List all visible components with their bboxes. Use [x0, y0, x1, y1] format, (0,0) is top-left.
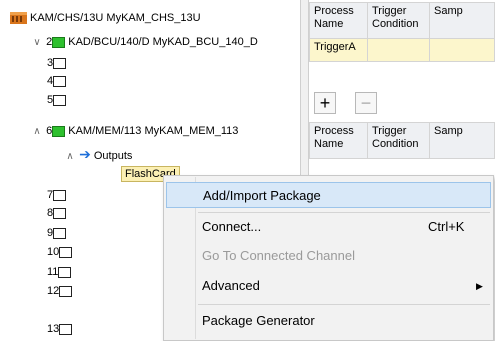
column-header-process-name[interactable]: Process Name — [309, 2, 368, 39]
empty-slot-icon — [53, 94, 67, 106]
tree-item-label: KAD/BCU/140/D MyKAD_BCU_140_D — [68, 36, 258, 48]
menu-item-label: Connect... — [202, 219, 262, 234]
empty-slot-icon — [58, 266, 72, 278]
context-menu: Add/Import Package Connect... Ctrl+K Go … — [163, 175, 494, 341]
process-table-bottom[interactable]: Process Name Trigger Condition Samp — [309, 122, 495, 159]
cell-sample[interactable] — [429, 38, 495, 62]
menu-item-label: Package Generator — [202, 313, 315, 328]
empty-slot-icon — [59, 323, 73, 335]
menu-item-shortcut: Ctrl+K — [428, 219, 465, 234]
menu-item-go-to-connected-channel[interactable]: Go To Connected Channel — [166, 243, 491, 269]
cell-trigger-condition[interactable] — [367, 38, 430, 62]
tree-item-3[interactable]: 3 — [47, 54, 67, 72]
tree-item-label: KAM/MEM/113 MyKAM_MEM_113 — [68, 125, 239, 137]
empty-slot-icon — [53, 227, 67, 239]
chevron-up-icon[interactable]: ∧ — [31, 123, 43, 141]
column-header-sample[interactable]: Samp — [429, 122, 495, 159]
menu-item-add-import-package[interactable]: Add/Import Package — [166, 182, 491, 208]
column-header-process-name[interactable]: Process Name — [309, 122, 368, 159]
submenu-arrow-icon: ▶ — [476, 281, 483, 291]
empty-slot-icon — [53, 189, 67, 201]
slot-number: 12 — [47, 285, 60, 297]
module-icon — [52, 125, 66, 137]
tree-item-10[interactable]: 10 — [47, 243, 73, 261]
menu-item-label: Go To Connected Channel — [202, 248, 355, 263]
tree-root-label[interactable]: KAM/CHS/13U MyKAM_CHS_13U — [30, 9, 201, 27]
slot-number: 13 — [47, 323, 60, 335]
arrow-right-icon: ➔ — [79, 146, 91, 162]
remove-button[interactable]: − — [355, 92, 377, 114]
menu-separator — [198, 304, 490, 305]
empty-slot-icon — [59, 246, 73, 258]
empty-slot-icon — [53, 75, 67, 87]
tree-item-5[interactable]: 5 — [47, 91, 67, 109]
slot-number: 10 — [47, 246, 60, 258]
menu-item-label: Advanced — [202, 278, 260, 293]
tree-item-7[interactable]: 7 — [47, 186, 67, 204]
process-table-top[interactable]: Process Name Trigger Condition Samp Trig… — [309, 2, 495, 62]
tree-item-label: Outputs — [93, 150, 133, 162]
chevron-down-icon[interactable]: ∨ — [31, 34, 43, 52]
menu-item-label: Add/Import Package — [203, 188, 321, 203]
tree-item-13[interactable]: 13 — [47, 320, 73, 338]
tree-item-outputs[interactable]: ∧ ➔ Outputs — [64, 145, 132, 163]
tree-item-11[interactable]: 11 — [47, 263, 72, 281]
module-icon — [52, 36, 66, 48]
empty-slot-icon — [53, 207, 67, 219]
column-header-trigger-condition[interactable]: Trigger Condition — [367, 122, 430, 159]
cell-process-name[interactable]: TriggerA — [309, 38, 368, 62]
menu-item-package-generator[interactable]: Package Generator — [166, 308, 491, 334]
column-header-trigger-condition[interactable]: Trigger Condition — [367, 2, 430, 39]
empty-slot-icon — [59, 285, 73, 297]
menu-item-connect[interactable]: Connect... Ctrl+K — [166, 214, 491, 240]
chassis-icon — [10, 12, 27, 24]
menu-item-advanced[interactable]: Advanced ▶ — [166, 273, 491, 299]
tree-item-12[interactable]: 12 — [47, 282, 73, 300]
column-header-sample[interactable]: Samp — [429, 2, 495, 39]
add-button[interactable]: + — [314, 92, 336, 114]
tree-item-8[interactable]: 8 — [47, 204, 67, 222]
tree-item-6[interactable]: ∧ 6 KAM/MEM/113 MyKAM_MEM_113 — [31, 122, 238, 140]
slot-number: 11 — [47, 266, 59, 278]
tree-item-4[interactable]: 4 — [47, 72, 67, 90]
tree-item-2[interactable]: ∨ 2 KAD/BCU/140/D MyKAD_BCU_140_D — [31, 33, 258, 52]
empty-slot-icon — [53, 57, 67, 69]
chevron-up-icon[interactable]: ∧ — [64, 148, 76, 166]
menu-separator — [198, 212, 490, 213]
tree-item-9[interactable]: 9 — [47, 224, 67, 242]
